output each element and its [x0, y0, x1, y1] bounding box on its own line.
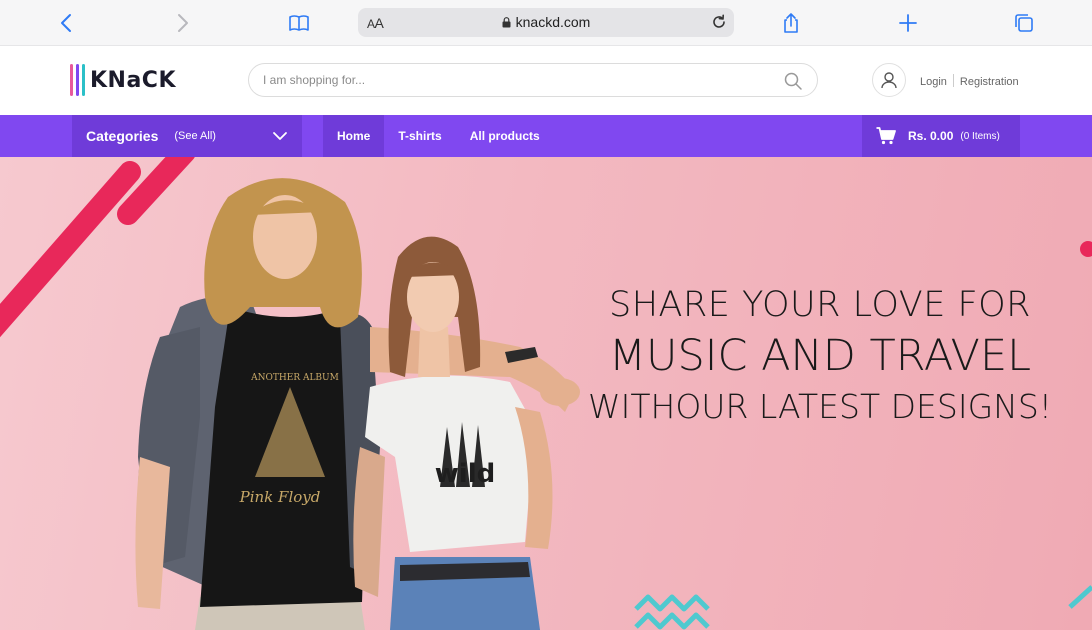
chevron-down-icon [273, 132, 287, 140]
lock-icon [502, 17, 511, 28]
nav-links: Home T-shirts All products [323, 115, 554, 157]
hero-line-1: SHARE YOUR LOVE FOR [609, 285, 1031, 325]
decorative-stripe [0, 161, 141, 338]
knack-logo[interactable]: KNaCK [70, 63, 176, 97]
address-bar[interactable]: AA knackd.com [358, 8, 734, 37]
svg-text:ANOTHER ALBUM: ANOTHER ALBUM [250, 373, 339, 383]
logo-text: KNaCK [90, 67, 176, 93]
url-text: knackd.com [515, 14, 591, 30]
cart-amount: Rs. 0.00 [908, 129, 954, 143]
categories-label: Categories [86, 128, 159, 144]
hero-line-3: WITHOUR LATEST DESIGNS! [587, 387, 1052, 426]
browser-toolbar: AA knackd.com [0, 0, 1092, 46]
logo-bar [76, 64, 79, 96]
cart-item-count: (0 Items) [960, 130, 1000, 142]
bookmarks-icon[interactable] [285, 9, 313, 37]
account-avatar[interactable] [872, 63, 906, 97]
login-link[interactable]: Login [920, 76, 947, 88]
nav-link-all-products[interactable]: All products [456, 115, 554, 157]
url-field[interactable]: knackd.com [358, 14, 734, 30]
new-tab-icon[interactable] [894, 9, 922, 37]
cart-button[interactable]: Rs. 0.00 (0 Items) [862, 115, 1020, 157]
divider [952, 74, 954, 87]
cart-icon [876, 127, 896, 145]
site-header: KNaCK Login Registration [0, 46, 1092, 115]
nav-link-home[interactable]: Home [323, 115, 385, 157]
forward-icon[interactable] [168, 9, 196, 37]
share-icon[interactable] [777, 9, 805, 37]
nav-link-tshirts[interactable]: T-shirts [384, 115, 455, 157]
hero-line-2: MUSIC AND TRAVEL [608, 331, 1032, 381]
decorative-zigzag [634, 612, 710, 630]
hero-banner[interactable]: ANOTHER ALBUM Pink Floyd wild SHARE YOUR… [0, 157, 1092, 630]
svg-text:Pink Floyd: Pink Floyd [239, 488, 321, 506]
svg-text:wild: wild [435, 459, 495, 489]
reload-icon[interactable] [709, 12, 729, 32]
auth-links: Login Registration [920, 74, 1019, 88]
back-icon[interactable] [53, 9, 81, 37]
logo-bars [70, 64, 85, 96]
tabs-overview-icon[interactable] [1010, 9, 1038, 37]
search-input[interactable] [263, 70, 763, 90]
decorative-dot [1080, 241, 1092, 257]
search-bar [248, 63, 818, 97]
search-icon[interactable] [783, 71, 803, 91]
hero-headline: SHARE YOUR LOVE FOR MUSIC AND TRAVEL WIT… [580, 285, 1060, 426]
categories-dropdown[interactable]: Categories (See All) [72, 115, 302, 157]
user-icon [881, 72, 897, 89]
logo-bar [70, 64, 73, 96]
registration-link[interactable]: Registration [960, 76, 1019, 88]
model-right: wild [353, 236, 580, 630]
logo-bar [82, 64, 85, 96]
decorative-zigzag [1068, 585, 1092, 609]
see-all-link[interactable]: (See All) [174, 130, 216, 142]
decorative-zigzag [634, 594, 710, 612]
main-nav: Categories (See All) Home T-shirts All p… [0, 115, 1092, 157]
model-left: ANOTHER ALBUM Pink Floyd [135, 178, 380, 630]
